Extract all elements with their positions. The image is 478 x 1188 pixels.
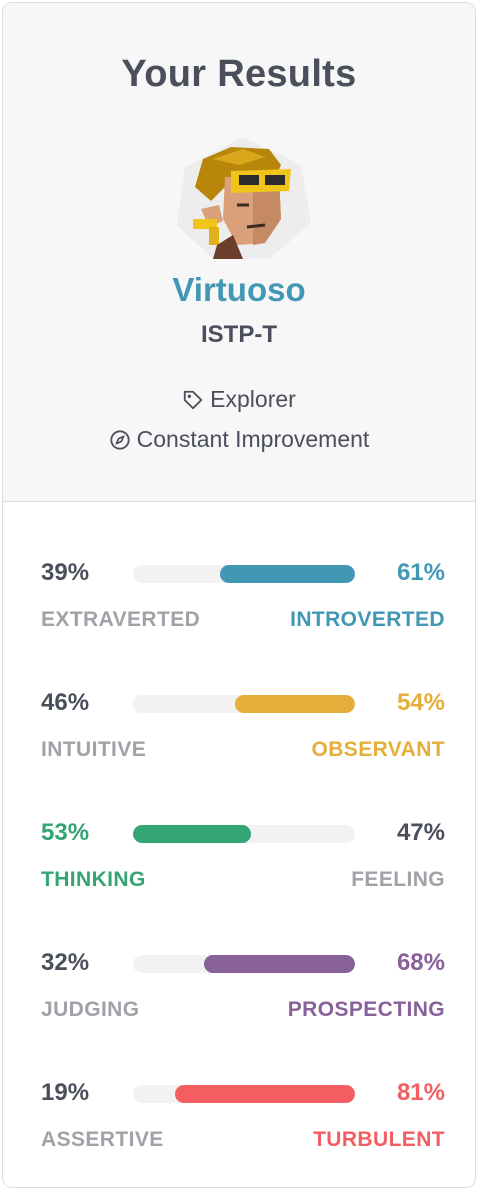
- trait-bar: [133, 1085, 355, 1103]
- results-header: Your Results Virtuoso ISTP-T Explorer Co…: [3, 3, 475, 502]
- trait-bar: [133, 955, 355, 973]
- compass-icon: [110, 429, 130, 450]
- trait-right-label: FEELING: [351, 868, 445, 891]
- trait-right-label: INTROVERTED: [290, 608, 445, 631]
- trait-right-percent: 61%: [396, 559, 445, 586]
- trait-left-label: THINKING: [41, 868, 146, 891]
- trait-row: 19% 81% ASSERTIVE TURBULENT: [41, 1078, 445, 1168]
- trait-left-percent: 53%: [41, 819, 90, 846]
- trait-bar-fill: [220, 565, 355, 583]
- trait-bar-fill: [204, 955, 355, 973]
- role-row: Explorer: [3, 386, 475, 413]
- trait-left-percent: 19%: [41, 1079, 90, 1106]
- trait-left-percent: 39%: [41, 559, 90, 586]
- personality-type-name[interactable]: Virtuoso: [3, 271, 475, 309]
- trait-row: 53% 47% THINKING FEELING: [41, 818, 445, 908]
- page-title: Your Results: [121, 53, 357, 95]
- trait-right-percent: 68%: [396, 949, 445, 976]
- trait-left-label: JUDGING: [41, 998, 140, 1021]
- role-label: Explorer: [210, 386, 296, 412]
- tag-icon: [184, 390, 203, 409]
- trait-left-label: INTUITIVE: [41, 738, 147, 761]
- trait-left-label: ASSERTIVE: [41, 1128, 164, 1151]
- trait-bar-fill: [133, 825, 251, 843]
- personality-type-code: ISTP-T: [201, 321, 277, 348]
- trait-right-label: OBSERVANT: [311, 738, 445, 761]
- trait-left-percent: 46%: [41, 689, 90, 716]
- trait-row: 46% 54% INTUITIVE OBSERVANT: [41, 688, 445, 778]
- trait-row: 39% 61% EXTRAVERTED INTROVERTED: [41, 558, 445, 648]
- trait-row: 32% 68% JUDGING PROSPECTING: [41, 948, 445, 1038]
- trait-bar: [133, 695, 355, 713]
- trait-right-percent: 54%: [396, 689, 445, 716]
- trait-right-label: PROSPECTING: [287, 998, 445, 1021]
- strategy-row: Constant Improvement: [3, 426, 475, 453]
- trait-right-percent: 47%: [396, 819, 445, 846]
- results-card: Your Results Virtuoso ISTP-T Explorer Co…: [2, 2, 476, 1188]
- trait-bar: [133, 565, 355, 583]
- trait-bar: [133, 825, 355, 843]
- virtuoso-avatar-icon: [177, 137, 311, 259]
- trait-right-label: TURBULENT: [313, 1128, 445, 1151]
- trait-left-percent: 32%: [41, 949, 90, 976]
- trait-left-label: EXTRAVERTED: [41, 608, 201, 631]
- trait-bar-fill: [175, 1085, 355, 1103]
- trait-bar-fill: [235, 695, 355, 713]
- trait-right-percent: 81%: [396, 1079, 445, 1106]
- strategy-label: Constant Improvement: [136, 426, 370, 452]
